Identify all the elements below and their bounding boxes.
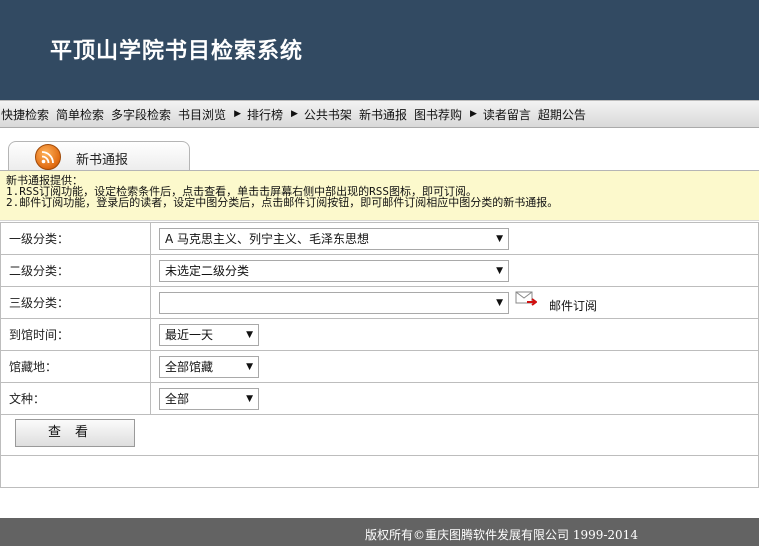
- language-label: 文种：: [0, 382, 151, 415]
- nav-item-0[interactable]: 快捷检索: [1, 106, 49, 123]
- footer: 版权所有©重庆图腾软件发展有限公司 1999-2014: [0, 518, 759, 546]
- site-title: 平顶山学院书目检索系统: [50, 39, 304, 64]
- form-row-level3: 三级分类： ▼ 邮件订阅: [0, 286, 759, 319]
- form-row-level1: 一级分类： A 马克思主义、列宁主义、毛泽东思想 ▼: [0, 222, 759, 255]
- nav-arrow-icon: ▶: [234, 109, 241, 119]
- nav-item-4[interactable]: 排行榜: [247, 106, 283, 123]
- dropdown-arrow-icon: ▼: [496, 265, 503, 276]
- form-row-location: 馆藏地： 全部馆藏 ▼: [0, 350, 759, 383]
- dropdown-arrow-icon: ▼: [496, 297, 503, 308]
- mail-subscribe-link[interactable]: 邮件订阅: [549, 297, 597, 314]
- arrival-value: 最近一天: [165, 327, 214, 342]
- level3-label: 三级分类：: [0, 286, 151, 319]
- nav-item-5[interactable]: 公共书架: [304, 106, 352, 123]
- nav-item-9[interactable]: 超期公告: [538, 106, 586, 123]
- location-value: 全部馆藏: [165, 359, 214, 374]
- arrival-select[interactable]: 最近一天 ▼: [159, 323, 259, 346]
- level2-select[interactable]: 未选定二级分类 ▼: [159, 259, 509, 282]
- arrival-label: 到馆时间：: [0, 318, 151, 351]
- dropdown-arrow-icon: ▼: [246, 329, 253, 340]
- language-select[interactable]: 全部 ▼: [159, 387, 259, 410]
- dropdown-arrow-icon: ▼: [246, 361, 253, 372]
- view-button[interactable]: 查看: [15, 419, 135, 447]
- level2-value: 未选定二级分类: [165, 263, 250, 278]
- nav-arrow-icon: ▶: [469, 109, 477, 119]
- level2-label: 二级分类：: [0, 254, 151, 287]
- level3-select[interactable]: ▼: [159, 291, 509, 314]
- results-area: [0, 456, 759, 488]
- nav-item-2[interactable]: 多字段检索: [111, 106, 171, 123]
- nav-item-7[interactable]: 图书荐购: [414, 106, 462, 123]
- header-banner: 平顶山学院书目检索系统: [0, 0, 759, 100]
- level1-label: 一级分类：: [0, 222, 151, 255]
- dropdown-arrow-icon: ▼: [246, 393, 253, 404]
- language-value: 全部: [165, 391, 190, 406]
- nav-arrow-icon: ▶: [291, 109, 298, 119]
- nav-item-8[interactable]: 读者留言: [483, 106, 531, 123]
- tab-new-books[interactable]: 新书通报: [8, 141, 190, 171]
- rss-icon[interactable]: [35, 144, 61, 170]
- level1-value: A 马克思主义、列宁主义、毛泽东思想: [165, 231, 370, 246]
- form-row-arrival: 到馆时间： 最近一天 ▼: [0, 318, 759, 351]
- nav-bar: 快捷检索 简单检索 多字段检索 书目浏览 ▶ 排行榜 ▶ 公共书架 新书通报 图书荐购 ▶ 读者留言超…: [0, 100, 759, 128]
- location-select[interactable]: 全部馆藏 ▼: [159, 355, 259, 378]
- button-row: 查看: [0, 414, 759, 456]
- dropdown-arrow-icon: ▼: [496, 233, 503, 244]
- form-row-language: 文种： 全部 ▼: [0, 382, 759, 415]
- form-row-level2: 二级分类： 未选定二级分类 ▼: [0, 254, 759, 287]
- location-label: 馆藏地：: [0, 350, 151, 383]
- tab-label: 新书通报: [76, 153, 129, 168]
- nav-item-3[interactable]: 书目浏览: [178, 106, 226, 123]
- level1-select[interactable]: A 马克思主义、列宁主义、毛泽东思想 ▼: [159, 227, 509, 250]
- notice-line-3: 2.邮件订阅功能，登录后的读者，设定中图分类后，点击邮件订阅按钮，即可邮件订阅相…: [6, 196, 559, 209]
- nav-item-6[interactable]: 新书通报: [359, 106, 407, 123]
- notice-panel: 新书通报提供： 1.RSS订阅功能，设定检索条件后，点击查看，单击击屏幕右侧中部…: [0, 171, 759, 221]
- copyright-text: 版权所有©重庆图腾软件发展有限公司 1999-2014: [365, 528, 638, 542]
- filter-form: 一级分类： A 马克思主义、列宁主义、毛泽东思想 ▼ 二级分类： 未选定二级分类…: [0, 222, 759, 415]
- nav-item-1[interactable]: 简单检索: [56, 106, 104, 123]
- mail-icon[interactable]: [515, 291, 538, 307]
